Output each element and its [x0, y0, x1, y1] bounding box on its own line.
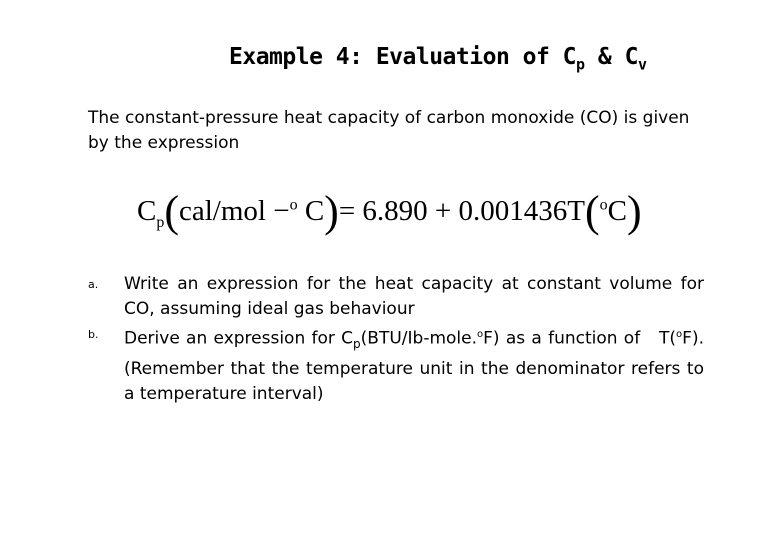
eq-lhs: C: [137, 195, 157, 227]
eq-paren: (: [585, 187, 600, 236]
list-marker: b.: [88, 328, 99, 341]
title-text: Example 4: Evaluation of C: [229, 44, 577, 70]
text-part: F) as a function of T(: [483, 328, 677, 349]
eq-degree: o: [289, 196, 298, 214]
eq-unit: cal/mol −: [179, 195, 290, 227]
text-part: Derive an expression for C: [124, 328, 354, 349]
cp-equation: Cp(cal/mol −o C)= 6.890 + 0.001436T(oC): [137, 186, 642, 237]
list-item: b. Derive an expression for Cp(BTU/Ib-mo…: [88, 322, 704, 407]
slide-title: Example 4: Evaluation of Cp & Cv: [229, 44, 647, 74]
question-list: a. Write an expression for the heat capa…: [88, 272, 704, 407]
text-part: (BTU/Ib-mole.: [360, 328, 478, 349]
eq-degree: o: [599, 196, 608, 214]
title-subscript-v: v: [637, 55, 647, 74]
eq-rhs: = 6.890 + 0.001436T: [338, 195, 586, 227]
title-subscript-p: p: [576, 55, 585, 74]
eq-t-unit: C: [607, 195, 628, 227]
list-marker: a.: [88, 278, 99, 291]
list-item: a. Write an expression for the heat capa…: [88, 272, 704, 322]
list-item-text: Derive an expression for Cp(BTU/Ib-mole.…: [124, 322, 704, 407]
subscript: p: [353, 337, 361, 352]
eq-paren: (: [164, 187, 179, 236]
list-item-text: Write an expression for the heat capacit…: [124, 274, 704, 319]
title-text-mid: & C: [584, 44, 639, 70]
eq-paren: ): [627, 187, 642, 236]
eq-unit-c: C: [297, 195, 325, 227]
intro-paragraph: The constant-pressure heat capacity of c…: [88, 108, 690, 153]
eq-paren: ): [324, 187, 339, 236]
